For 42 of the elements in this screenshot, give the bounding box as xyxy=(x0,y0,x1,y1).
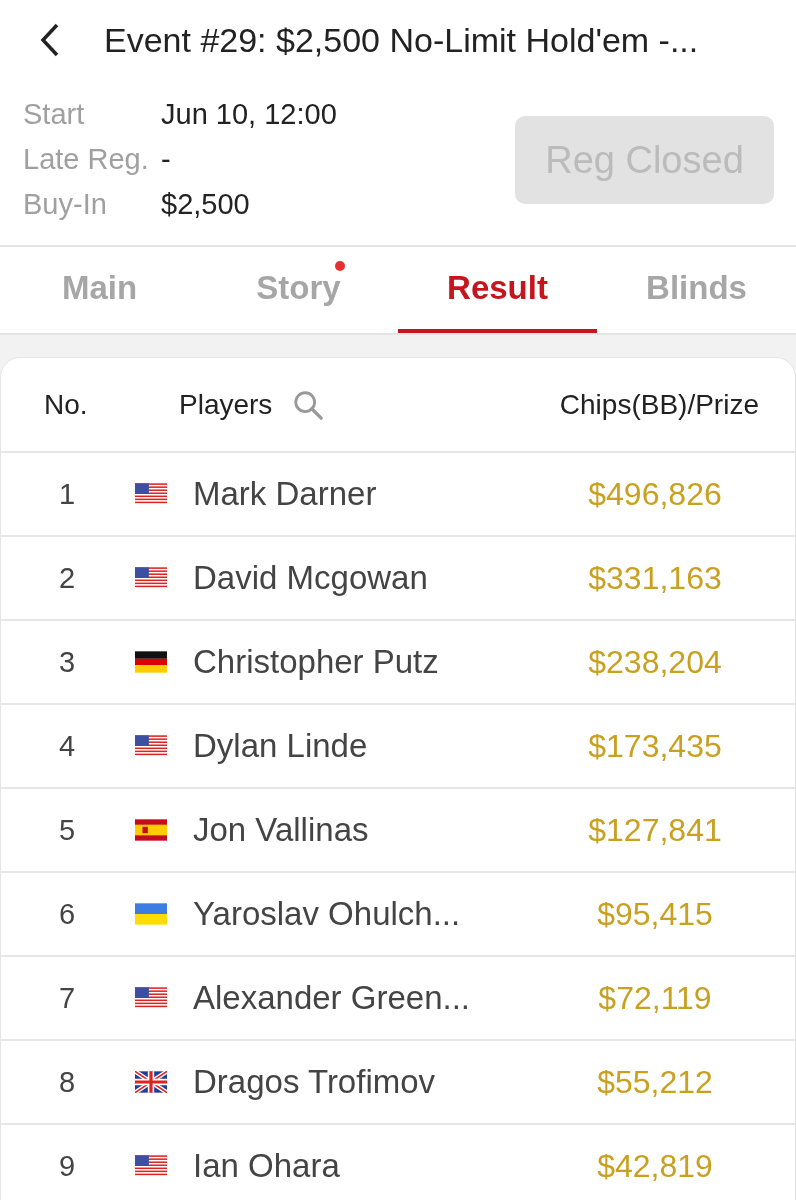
info-value: Jun 10, 12:00 xyxy=(161,97,337,132)
back-icon[interactable] xyxy=(40,23,60,57)
tab[interactable]: Main xyxy=(0,247,199,333)
player-name: Yaroslav Ohulch... xyxy=(193,895,461,933)
rank-cell-text: 9 xyxy=(58,1149,77,1183)
prize-cell-text: $173,435 xyxy=(587,727,723,765)
column-header: Chips(BB)/Prize xyxy=(558,388,760,421)
prize-cell-text: $55,212 xyxy=(596,1063,714,1101)
rank-cell-text: 3 xyxy=(58,645,77,679)
rank-cell-text: 2 xyxy=(58,561,77,595)
player-name: David Mcgowan xyxy=(193,559,428,597)
info-value: - xyxy=(161,142,172,177)
prize-cell-text: $42,819 xyxy=(596,1147,714,1185)
player-name: Christopher Putz xyxy=(193,643,439,681)
info-label: Start xyxy=(23,97,86,132)
rank-cell-text: 7 xyxy=(58,981,77,1015)
player-name: Dylan Linde xyxy=(193,727,368,765)
player-name: Dragos Trofimov xyxy=(193,1063,436,1101)
prize-cell-text: $331,163 xyxy=(587,559,723,597)
tab[interactable]: Story xyxy=(199,247,398,333)
player-name: Mark Darner xyxy=(193,475,377,513)
player-name: Jon Vallinas xyxy=(193,811,369,849)
event-title: Event #29: $2,500 No-Limit Hold'em -... xyxy=(104,20,699,60)
rank-cell-text: 8 xyxy=(58,1065,77,1099)
search-icon[interactable] xyxy=(292,388,325,421)
player-name: Ian Ohara xyxy=(193,1147,340,1185)
prize-cell-text: $127,841 xyxy=(587,811,723,849)
prize-cell-text: $72,119 xyxy=(597,979,713,1017)
rank-cell-text: 6 xyxy=(58,897,77,931)
rank-cell-text: 1 xyxy=(58,477,77,511)
info-label: Late Reg. xyxy=(23,142,150,177)
column-header: Players xyxy=(179,388,273,421)
tab[interactable]: Blinds xyxy=(597,247,796,333)
prize-cell-text: $496,826 xyxy=(587,475,723,513)
info-label: Buy-In xyxy=(23,187,108,222)
column-header: No. xyxy=(43,388,89,421)
info-value: $2,500 xyxy=(161,187,251,222)
rank-cell-text: 5 xyxy=(58,813,77,847)
prize-cell-text: $238,204 xyxy=(587,643,723,681)
player-name: Alexander Green... xyxy=(193,979,470,1017)
rank-cell-text: 4 xyxy=(58,729,77,763)
prize-cell-text: $95,415 xyxy=(596,895,714,933)
